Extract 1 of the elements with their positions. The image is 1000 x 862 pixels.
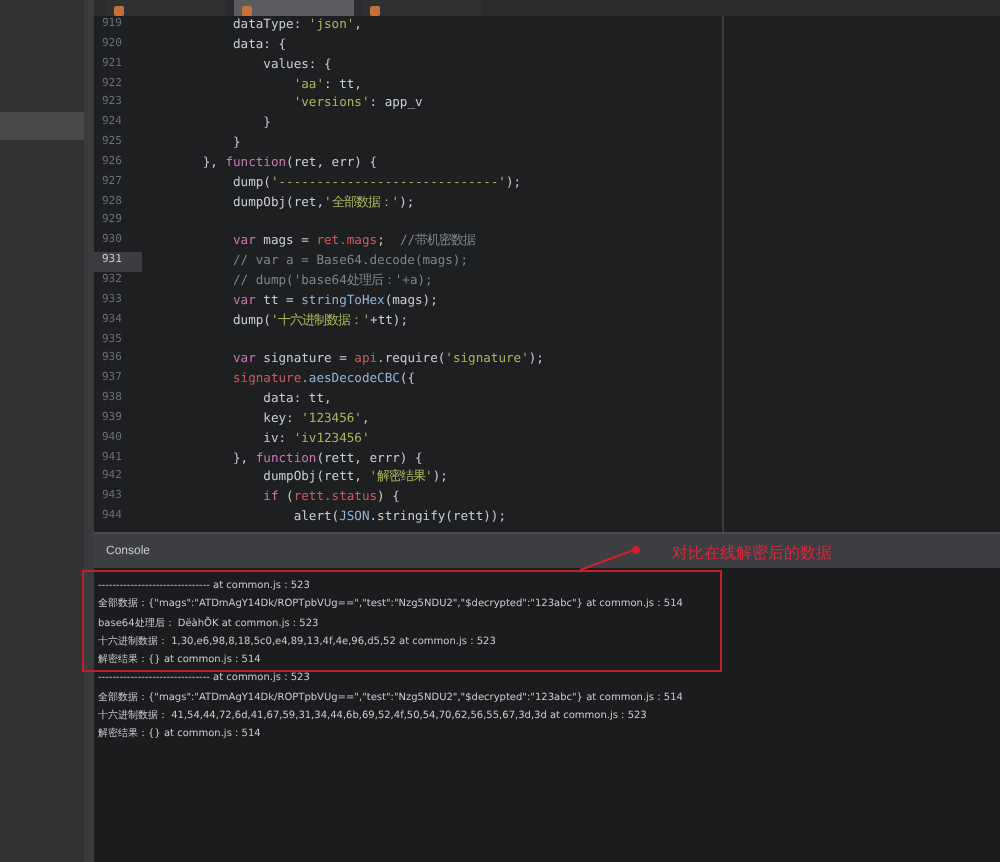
annotation-text: 对比在线解密后的数据 xyxy=(672,542,832,564)
